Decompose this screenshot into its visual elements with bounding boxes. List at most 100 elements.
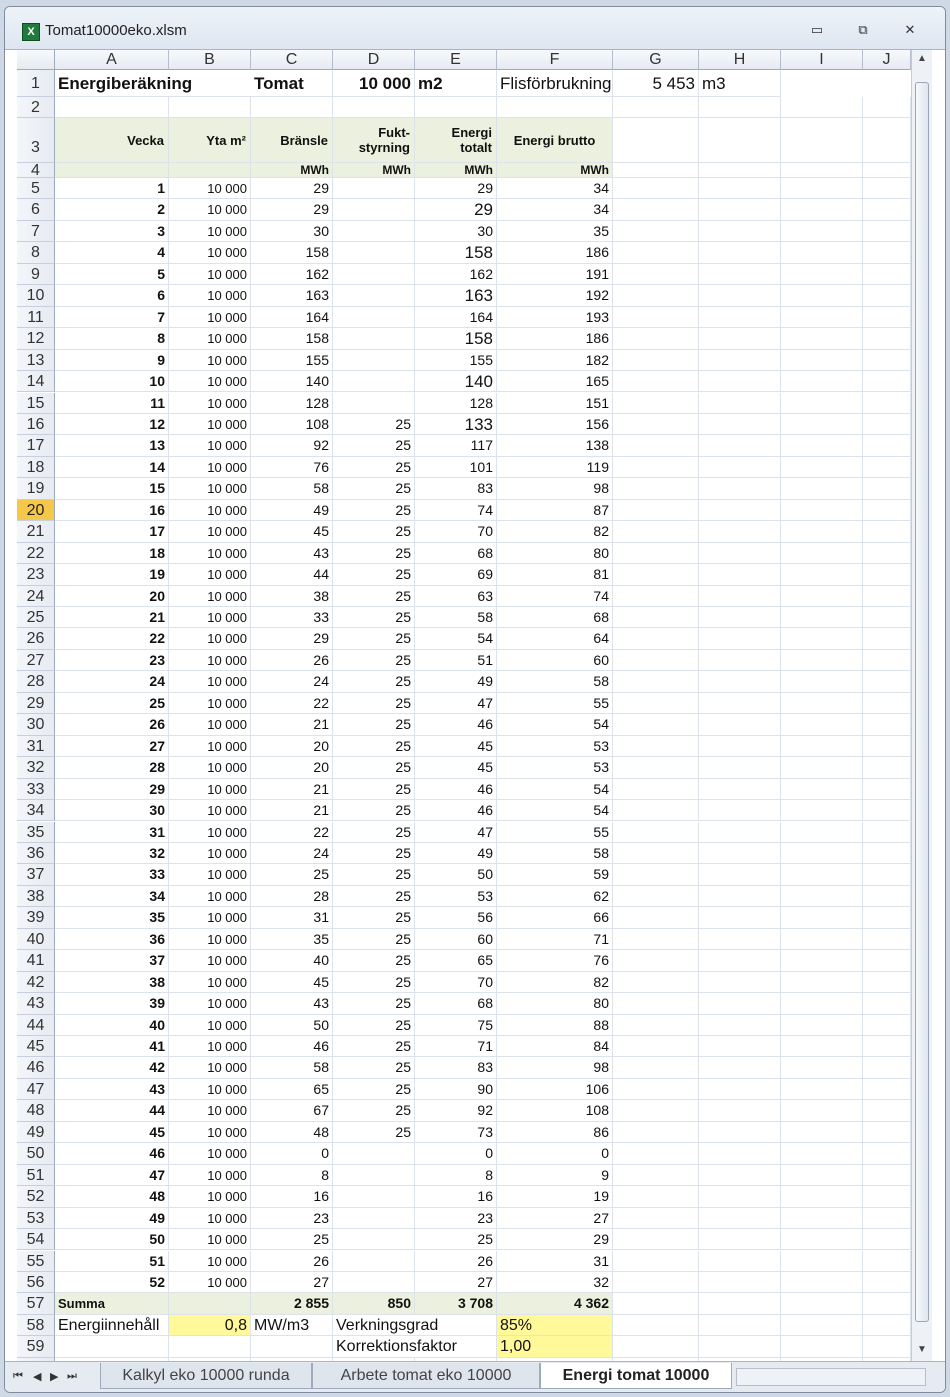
fuel-value-cell[interactable]: 20 [251, 735, 333, 758]
humidity-value-cell[interactable]: 25 [333, 521, 415, 543]
cell[interactable] [863, 499, 911, 522]
week-number-cell[interactable]: 44 [55, 1100, 169, 1122]
humidity-value-cell[interactable] [333, 1207, 415, 1230]
correction-label[interactable]: Korrektionsfaktor [333, 1336, 497, 1358]
humidity-value-cell[interactable]: 25 [333, 456, 415, 479]
cell[interactable] [781, 800, 863, 822]
row-header-28[interactable]: 28 [17, 671, 55, 693]
energy-total-cell[interactable]: 63 [415, 585, 497, 607]
cell[interactable] [699, 456, 781, 479]
row-header-25[interactable]: 25 [17, 607, 55, 629]
week-number-cell[interactable]: 52 [55, 1271, 169, 1294]
humidity-value-cell[interactable]: 25 [333, 692, 415, 715]
row-header-10[interactable]: 10 [17, 285, 55, 307]
cell[interactable] [699, 97, 781, 118]
energy-gross-cell[interactable]: 106 [497, 1078, 613, 1101]
cell[interactable] [699, 1207, 781, 1230]
cell[interactable] [863, 1078, 911, 1101]
week-number-cell[interactable]: 49 [55, 1207, 169, 1230]
humidity-value-cell[interactable]: 25 [333, 1078, 415, 1101]
cell[interactable] [863, 456, 911, 479]
cell[interactable] [613, 821, 699, 843]
energy-total-cell[interactable]: 56 [415, 907, 497, 929]
cell[interactable] [863, 285, 911, 307]
cell[interactable] [863, 864, 911, 886]
cell[interactable] [613, 1014, 699, 1036]
cell[interactable] [613, 349, 699, 372]
fuel-value-cell[interactable]: 48 [251, 1121, 333, 1144]
cell[interactable] [613, 1207, 699, 1230]
row-header-11[interactable]: 11 [17, 306, 55, 329]
cell[interactable] [169, 1336, 251, 1358]
cell[interactable] [781, 1078, 863, 1101]
area-value-cell[interactable]: 10 000 [169, 1250, 251, 1272]
week-number-cell[interactable]: 27 [55, 735, 169, 758]
energy-total-cell[interactable]: 30 [415, 220, 497, 243]
row-header-26[interactable]: 26 [17, 628, 55, 650]
cell[interactable] [699, 842, 781, 865]
cell[interactable] [613, 1250, 699, 1272]
cell[interactable] [333, 97, 415, 118]
area-value-cell[interactable]: 10 000 [169, 542, 251, 565]
cell[interactable] [613, 907, 699, 929]
energy-total-cell[interactable]: 155 [415, 349, 497, 372]
week-number-cell[interactable]: 42 [55, 1057, 169, 1079]
summa-fukt[interactable]: 850 [333, 1293, 415, 1315]
summa-bransle[interactable]: 2 855 [251, 1293, 333, 1315]
area-value-cell[interactable]: 10 000 [169, 735, 251, 758]
humidity-value-cell[interactable] [333, 1186, 415, 1208]
week-number-cell[interactable]: 28 [55, 757, 169, 779]
vertical-scrollbar[interactable]: ▲ ▼ [911, 50, 932, 1361]
energy-total-cell[interactable]: 27 [415, 1271, 497, 1294]
cell[interactable] [863, 928, 911, 951]
energy-gross-cell[interactable]: 138 [497, 435, 613, 457]
energy-gross-cell[interactable]: 54 [497, 800, 613, 822]
energy-gross-cell[interactable]: 64 [497, 628, 613, 650]
cell[interactable] [781, 928, 863, 951]
energy-gross-cell[interactable]: 29 [497, 1229, 613, 1251]
cell[interactable] [863, 778, 911, 801]
week-number-cell[interactable]: 32 [55, 842, 169, 865]
cell[interactable] [699, 478, 781, 500]
humidity-value-cell[interactable] [333, 1271, 415, 1294]
cell[interactable] [699, 671, 781, 693]
column-header-j[interactable]: J [863, 50, 911, 70]
col-header-vecka[interactable]: Vecka [55, 118, 169, 163]
area-value-cell[interactable]: 10 000 [169, 478, 251, 500]
humidity-value-cell[interactable] [333, 242, 415, 264]
energy-total-cell[interactable]: 29 [415, 199, 497, 221]
cell[interactable] [781, 993, 863, 1015]
column-header-a[interactable]: A [55, 50, 169, 70]
cell[interactable] [863, 842, 911, 865]
cell[interactable] [699, 499, 781, 522]
row-header-20[interactable]: 20 [17, 499, 55, 522]
cell[interactable] [863, 521, 911, 543]
energy-gross-cell[interactable]: 71 [497, 928, 613, 951]
cell[interactable] [613, 1057, 699, 1079]
energy-gross-cell[interactable]: 193 [497, 306, 613, 329]
energy-total-cell[interactable]: 162 [415, 263, 497, 286]
humidity-value-cell[interactable] [333, 1143, 415, 1165]
cell[interactable] [699, 1271, 781, 1294]
cell[interactable] [781, 757, 863, 779]
energy-gross-cell[interactable]: 80 [497, 993, 613, 1015]
area-value-cell[interactable]: 10 000 [169, 413, 251, 436]
cell[interactable] [863, 242, 911, 264]
week-number-cell[interactable]: 31 [55, 821, 169, 843]
fuel-value-cell[interactable]: 92 [251, 435, 333, 457]
area-value-cell[interactable]: 10 000 [169, 1036, 251, 1058]
row-header-39[interactable]: 39 [17, 907, 55, 929]
fuel-value-cell[interactable]: 29 [251, 628, 333, 650]
cell[interactable] [613, 306, 699, 329]
energy-total-cell[interactable]: 47 [415, 821, 497, 843]
humidity-value-cell[interactable]: 25 [333, 950, 415, 972]
week-number-cell[interactable]: 37 [55, 950, 169, 972]
row-header-36[interactable]: 36 [17, 842, 55, 865]
area-value-cell[interactable]: 10 000 [169, 1014, 251, 1036]
cell[interactable] [781, 1164, 863, 1187]
cell[interactable] [863, 885, 911, 908]
cell[interactable] [781, 778, 863, 801]
row-header-29[interactable]: 29 [17, 692, 55, 715]
humidity-value-cell[interactable] [333, 349, 415, 372]
cell[interactable] [781, 950, 863, 972]
